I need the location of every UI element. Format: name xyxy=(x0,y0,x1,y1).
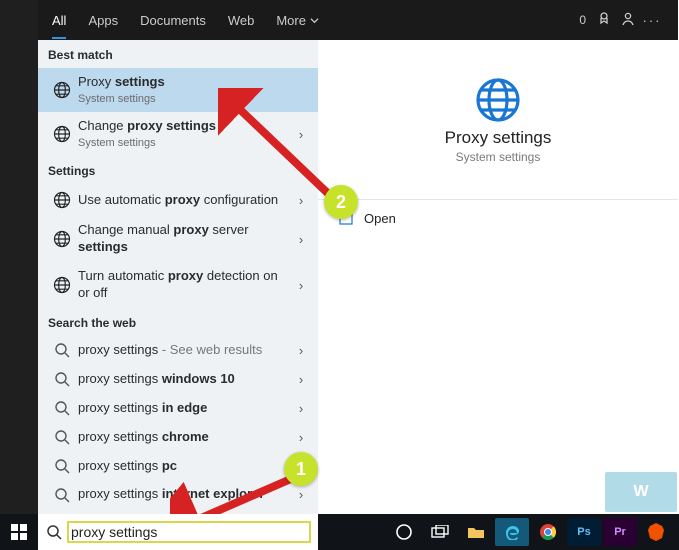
chevron-right-icon: › xyxy=(292,193,310,208)
brave-icon[interactable] xyxy=(639,518,673,546)
taskbar-search[interactable] xyxy=(38,514,318,550)
globe-icon xyxy=(46,190,78,210)
result-title: Change manual proxy server settings xyxy=(78,222,292,256)
result-subtitle: System settings xyxy=(78,136,292,150)
tab-documents[interactable]: Documents xyxy=(140,13,206,28)
chevron-right-icon: › xyxy=(292,232,310,247)
chevron-right-icon: › xyxy=(292,401,310,416)
cortana-icon[interactable] xyxy=(387,518,421,546)
annotation-badge-1: 1 xyxy=(284,452,318,486)
watermark: W xyxy=(605,472,677,512)
result-title: proxy settings pc xyxy=(78,458,292,475)
result-auto-proxy-config[interactable]: Use automatic proxy configuration › xyxy=(38,184,318,216)
chevron-down-icon xyxy=(310,16,319,25)
result-title: Proxy settings System settings xyxy=(78,74,310,106)
more-options-icon[interactable]: ··· xyxy=(640,13,664,28)
taskbar: Ps Pr xyxy=(0,514,679,550)
globe-icon xyxy=(46,229,78,249)
edge-icon[interactable] xyxy=(495,518,529,546)
section-best-match: Best match xyxy=(38,40,318,68)
search-results-panel: Best match Proxy settings System setting… xyxy=(38,40,318,514)
search-icon xyxy=(46,487,78,503)
web-result-3[interactable]: proxy settings chrome › xyxy=(38,423,318,452)
tab-all[interactable]: All xyxy=(52,13,66,39)
start-button[interactable] xyxy=(0,514,38,550)
result-title: proxy settings internet explorer xyxy=(78,486,292,503)
web-result-5[interactable]: proxy settings internet explorer › xyxy=(38,480,318,509)
result-proxy-settings[interactable]: Proxy settings System settings xyxy=(38,68,318,112)
result-title: proxy settings - See web results xyxy=(78,342,292,359)
open-label: Open xyxy=(364,211,396,226)
result-title: Turn automatic proxy detection on or off xyxy=(78,268,292,302)
web-result-0[interactable]: proxy settings - See web results › xyxy=(38,336,318,365)
globe-icon xyxy=(474,76,522,124)
result-manual-proxy[interactable]: Change manual proxy server settings › xyxy=(38,216,318,262)
globe-icon xyxy=(46,80,78,100)
result-title: proxy settings chrome xyxy=(78,429,292,446)
search-icon xyxy=(46,342,78,358)
rewards-icon[interactable] xyxy=(592,11,616,30)
tab-web[interactable]: Web xyxy=(228,13,255,28)
detail-subtitle: System settings xyxy=(456,150,541,164)
search-filter-tabs: All Apps Documents Web More 0 ··· xyxy=(38,0,678,40)
chevron-right-icon: › xyxy=(292,430,310,445)
web-result-2[interactable]: proxy settings in edge › xyxy=(38,394,318,423)
web-result-4[interactable]: proxy settings pc › xyxy=(38,452,318,481)
search-icon xyxy=(46,524,62,540)
chrome-icon[interactable] xyxy=(531,518,565,546)
chevron-right-icon: › xyxy=(292,372,310,387)
search-icon xyxy=(46,371,78,387)
photoshop-icon[interactable]: Ps xyxy=(567,518,601,546)
detail-pane: Proxy settings System settings xyxy=(318,40,678,200)
result-title: proxy settings in edge xyxy=(78,400,292,417)
result-change-proxy-settings[interactable]: Change proxy settings System settings › xyxy=(38,112,318,156)
web-result-1[interactable]: proxy settings windows 10 › xyxy=(38,365,318,394)
tab-more-label: More xyxy=(276,13,306,28)
result-subtitle: System settings xyxy=(78,92,310,106)
result-title: Use automatic proxy configuration xyxy=(78,192,292,209)
globe-icon xyxy=(46,275,78,295)
chevron-right-icon: › xyxy=(292,487,310,502)
search-input[interactable] xyxy=(71,524,307,540)
detail-title: Proxy settings xyxy=(445,128,552,148)
chevron-right-icon: › xyxy=(292,278,310,293)
chevron-right-icon: › xyxy=(292,127,310,142)
taskbar-pinned: Ps Pr xyxy=(387,518,679,546)
search-icon xyxy=(46,400,78,416)
task-view-icon[interactable] xyxy=(423,518,457,546)
result-title: proxy settings windows 10 xyxy=(78,371,292,388)
search-icon xyxy=(46,429,78,445)
annotation-badge-2: 2 xyxy=(324,185,358,219)
explorer-icon[interactable] xyxy=(459,518,493,546)
feedback-icon[interactable] xyxy=(616,11,640,30)
rewards-count: 0 xyxy=(579,13,586,27)
globe-icon xyxy=(46,124,78,144)
section-settings: Settings xyxy=(38,156,318,184)
tab-apps[interactable]: Apps xyxy=(88,13,118,28)
result-title: Change proxy settings System settings xyxy=(78,118,292,150)
chevron-right-icon: › xyxy=(292,343,310,358)
window-left-strip xyxy=(0,0,38,514)
section-search-web: Search the web xyxy=(38,308,318,336)
tab-more[interactable]: More xyxy=(276,13,319,28)
premiere-icon[interactable]: Pr xyxy=(603,518,637,546)
windows-icon xyxy=(11,524,27,540)
result-auto-detect[interactable]: Turn automatic proxy detection on or off… xyxy=(38,262,318,308)
search-icon xyxy=(46,458,78,474)
